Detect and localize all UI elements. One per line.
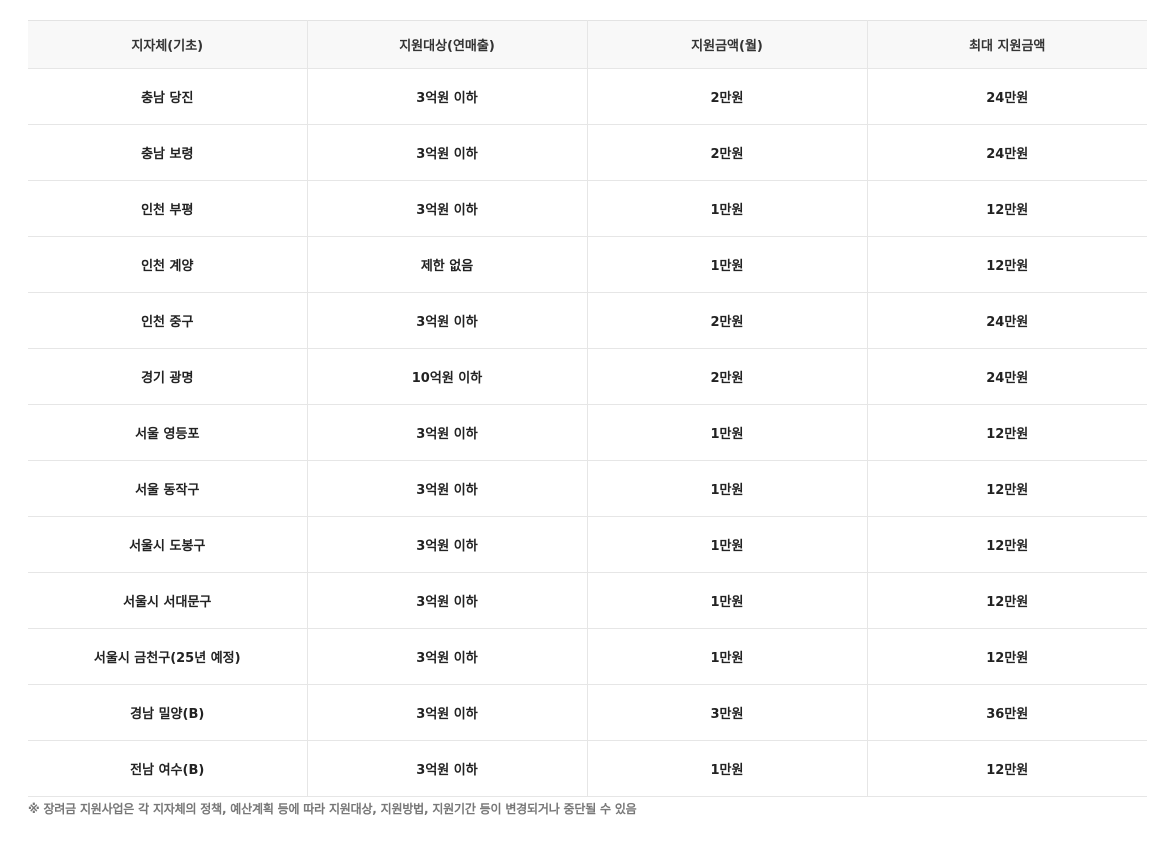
cell-max-amount: 12만원 xyxy=(866,628,1147,685)
cell-region: 인천 부평 xyxy=(28,180,307,237)
cell-target-revenue: 3억원 이하 xyxy=(306,740,587,797)
cell-monthly-amount: 1만원 xyxy=(586,404,867,461)
cell-target-revenue: 3억원 이하 xyxy=(306,180,587,237)
table-row: 서울시 도봉구 3억원 이하 1만원 12만원 xyxy=(28,516,1147,573)
cell-max-amount: 12만원 xyxy=(866,572,1147,629)
table-row: 경남 밀양(B) 3억원 이하 3만원 36만원 xyxy=(28,684,1147,741)
cell-monthly-amount: 2만원 xyxy=(586,348,867,405)
cell-monthly-amount: 1만원 xyxy=(586,628,867,685)
table-body: 충남 당진 3억원 이하 2만원 24만원 충남 보령 3억원 이하 2만원 2… xyxy=(28,68,1147,797)
cell-target-revenue: 3억원 이하 xyxy=(306,628,587,685)
table-row: 전남 여수(B) 3억원 이하 1만원 12만원 xyxy=(28,740,1147,797)
table-row: 서울시 서대문구 3억원 이하 1만원 12만원 xyxy=(28,572,1147,629)
cell-max-amount: 12만원 xyxy=(866,516,1147,573)
subsidy-table: 지자체(기초) 지원대상(연매출) 지원금액(월) 최대 지원금액 충남 당진 … xyxy=(28,20,1147,797)
table-row: 경기 광명 10억원 이하 2만원 24만원 xyxy=(28,348,1147,405)
cell-target-revenue: 10억원 이하 xyxy=(306,348,587,405)
cell-max-amount: 24만원 xyxy=(866,124,1147,181)
cell-region: 전남 여수(B) xyxy=(28,740,307,797)
cell-region: 충남 당진 xyxy=(28,68,307,125)
header-region: 지자체(기초) xyxy=(28,20,307,69)
table-row: 인천 부평 3억원 이하 1만원 12만원 xyxy=(28,180,1147,237)
header-monthly-amount: 지원금액(월) xyxy=(586,20,867,69)
header-max-amount: 최대 지원금액 xyxy=(866,20,1147,69)
cell-monthly-amount: 3만원 xyxy=(586,684,867,741)
cell-monthly-amount: 1만원 xyxy=(586,460,867,517)
cell-monthly-amount: 1만원 xyxy=(586,572,867,629)
cell-region: 인천 계양 xyxy=(28,236,307,293)
cell-target-revenue: 3억원 이하 xyxy=(306,404,587,461)
cell-region: 충남 보령 xyxy=(28,124,307,181)
table-header: 지자체(기초) 지원대상(연매출) 지원금액(월) 최대 지원금액 xyxy=(28,20,1147,69)
cell-region: 서울시 도봉구 xyxy=(28,516,307,573)
table-row: 서울 동작구 3억원 이하 1만원 12만원 xyxy=(28,460,1147,517)
cell-max-amount: 12만원 xyxy=(866,404,1147,461)
cell-target-revenue: 3억원 이하 xyxy=(306,292,587,349)
cell-target-revenue: 제한 없음 xyxy=(306,236,587,293)
cell-monthly-amount: 1만원 xyxy=(586,740,867,797)
cell-region: 인천 중구 xyxy=(28,292,307,349)
cell-monthly-amount: 1만원 xyxy=(586,516,867,573)
table-row: 서울 영등포 3억원 이하 1만원 12만원 xyxy=(28,404,1147,461)
cell-target-revenue: 3억원 이하 xyxy=(306,68,587,125)
cell-region: 서울시 금천구(25년 예정) xyxy=(28,628,307,685)
cell-max-amount: 36만원 xyxy=(866,684,1147,741)
cell-monthly-amount: 2만원 xyxy=(586,124,867,181)
cell-region: 서울 동작구 xyxy=(28,460,307,517)
cell-max-amount: 12만원 xyxy=(866,460,1147,517)
cell-max-amount: 12만원 xyxy=(866,236,1147,293)
footnote: ※ 장려금 지원사업은 각 지자체의 정책, 예산계획 등에 따라 지원대상, … xyxy=(28,802,637,816)
cell-region: 경남 밀양(B) xyxy=(28,684,307,741)
cell-monthly-amount: 1만원 xyxy=(586,180,867,237)
cell-target-revenue: 3억원 이하 xyxy=(306,572,587,629)
table-row: 충남 당진 3억원 이하 2만원 24만원 xyxy=(28,68,1147,125)
header-row: 지자체(기초) 지원대상(연매출) 지원금액(월) 최대 지원금액 xyxy=(28,20,1147,69)
cell-target-revenue: 3억원 이하 xyxy=(306,516,587,573)
header-target-revenue: 지원대상(연매출) xyxy=(306,20,587,69)
cell-monthly-amount: 1만원 xyxy=(586,236,867,293)
cell-max-amount: 12만원 xyxy=(866,180,1147,237)
cell-max-amount: 24만원 xyxy=(866,68,1147,125)
table-row: 인천 중구 3억원 이하 2만원 24만원 xyxy=(28,292,1147,349)
table-row: 인천 계양 제한 없음 1만원 12만원 xyxy=(28,236,1147,293)
subsidy-table-section: 지자체(기초) 지원대상(연매출) 지원금액(월) 최대 지원금액 충남 당진 … xyxy=(28,20,1147,817)
cell-monthly-amount: 2만원 xyxy=(586,292,867,349)
table-row: 충남 보령 3억원 이하 2만원 24만원 xyxy=(28,124,1147,181)
cell-region: 서울 영등포 xyxy=(28,404,307,461)
cell-target-revenue: 3억원 이하 xyxy=(306,460,587,517)
cell-max-amount: 12만원 xyxy=(866,740,1147,797)
table-row: 서울시 금천구(25년 예정) 3억원 이하 1만원 12만원 xyxy=(28,628,1147,685)
cell-target-revenue: 3억원 이하 xyxy=(306,684,587,741)
cell-max-amount: 24만원 xyxy=(866,348,1147,405)
cell-max-amount: 24만원 xyxy=(866,292,1147,349)
cell-target-revenue: 3억원 이하 xyxy=(306,124,587,181)
cell-monthly-amount: 2만원 xyxy=(586,68,867,125)
cell-region: 경기 광명 xyxy=(28,348,307,405)
cell-region: 서울시 서대문구 xyxy=(28,572,307,629)
